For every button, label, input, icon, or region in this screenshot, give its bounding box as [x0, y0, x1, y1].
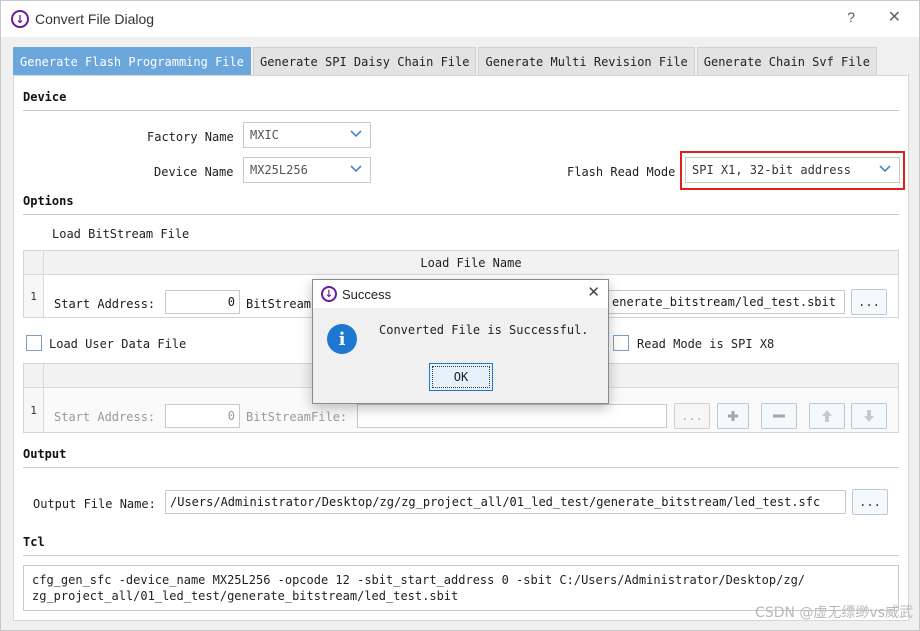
title-bar: ↓ Convert File Dialog ? ✕	[1, 1, 919, 37]
success-dialog-title: Success	[342, 286, 392, 302]
close-button[interactable]: ✕	[888, 7, 901, 26]
move-down-icon[interactable]	[851, 403, 887, 429]
ok-button[interactable]: OK	[429, 363, 493, 391]
browse-output-button[interactable]: ...	[852, 489, 888, 515]
browse-user-data-button[interactable]: ...	[674, 403, 710, 429]
table-corner	[24, 364, 44, 388]
read-mode-spi-x8-label: Read Mode is SPI X8	[637, 337, 775, 351]
tab-generate-spi-daisy-chain-file[interactable]: Generate SPI Daisy Chain File	[252, 47, 477, 75]
convert-file-dialog: ↓ Convert File Dialog ? ✕ Generate Flash…	[0, 0, 920, 631]
options-section-title: Options	[23, 194, 74, 208]
row-number: 1	[24, 275, 44, 317]
success-dialog-close-button[interactable]: ✕	[587, 283, 600, 301]
load-user-data-label: Load User Data File	[49, 337, 187, 351]
factory-name-label: Factory Name	[147, 130, 234, 144]
load-user-data-checkbox[interactable]	[26, 335, 42, 351]
tab-generate-flash-programming-file[interactable]: Generate Flash Programming File	[13, 47, 251, 75]
flash-read-mode-label: Flash Read Mode	[567, 165, 676, 179]
bitstream-label: BitStream	[246, 297, 312, 311]
options-divider	[23, 214, 899, 215]
bitstream-path-input[interactable]: enerate_bitstream/led_test.sbit	[607, 290, 845, 314]
start-address-label: Start Address:	[54, 297, 156, 311]
factory-name-value: MXIC	[250, 128, 279, 142]
tcl-line-1: cfg_gen_sfc -device_name MX25L256 -opcod…	[32, 573, 806, 587]
tcl-divider	[23, 555, 899, 556]
device-section-title: Device	[23, 90, 67, 104]
window-title: Convert File Dialog	[35, 11, 155, 27]
table-corner	[24, 251, 44, 275]
factory-name-select[interactable]: MXIC	[243, 122, 371, 148]
info-icon: i	[327, 324, 357, 354]
red-highlight-box	[680, 151, 905, 190]
success-message: Converted File is Successful.	[379, 323, 589, 337]
tab-generate-chain-svf-file[interactable]: Generate Chain Svf File	[696, 47, 877, 75]
move-up-icon[interactable]	[809, 403, 845, 429]
device-name-value: MX25L256	[250, 163, 308, 177]
csdn-watermark: CSDN @虚无缥缈vs威武	[755, 605, 913, 621]
add-icon[interactable]	[717, 403, 749, 429]
table-header-load-file-name: Load File Name	[44, 251, 898, 275]
output-section-title: Output	[23, 447, 67, 461]
output-divider	[23, 467, 899, 468]
success-dialog: ↓ Success ✕ i Converted File is Successf…	[312, 279, 609, 404]
success-dialog-title-bar: ↓ Success ✕	[313, 280, 608, 308]
tab-generate-multi-revision-file[interactable]: Generate Multi Revision File	[478, 47, 695, 75]
user-start-address-input[interactable]: 0	[165, 404, 240, 428]
start-address-input[interactable]: 0	[165, 290, 240, 314]
user-bitstream-path-input[interactable]	[357, 404, 667, 428]
chevron-down-icon	[350, 162, 362, 174]
app-download-icon: ↓	[11, 10, 29, 28]
user-start-address-label: Start Address:	[54, 410, 156, 424]
help-button[interactable]: ?	[847, 9, 855, 25]
tcl-section-title: Tcl	[23, 535, 45, 549]
output-file-name-label: Output File Name:	[33, 497, 156, 511]
row-number: 1	[24, 388, 44, 432]
remove-icon[interactable]	[761, 403, 797, 429]
chevron-down-icon	[350, 127, 362, 139]
device-name-select[interactable]: MX25L256	[243, 157, 371, 183]
load-bitstream-label: Load BitStream File	[52, 227, 190, 241]
device-divider	[23, 110, 899, 111]
read-mode-spi-x8-checkbox[interactable]	[613, 335, 629, 351]
device-name-label: Device Name	[154, 165, 234, 179]
tab-bar: Generate Flash Programming File Generate…	[13, 47, 879, 75]
browse-bitstream-button[interactable]: ...	[851, 289, 887, 315]
user-bitstream-label: BitStreamFile:	[246, 410, 348, 424]
app-download-icon: ↓	[321, 286, 337, 302]
output-file-name-input[interactable]: /Users/Administrator/Desktop/zg/zg_proje…	[165, 490, 846, 514]
